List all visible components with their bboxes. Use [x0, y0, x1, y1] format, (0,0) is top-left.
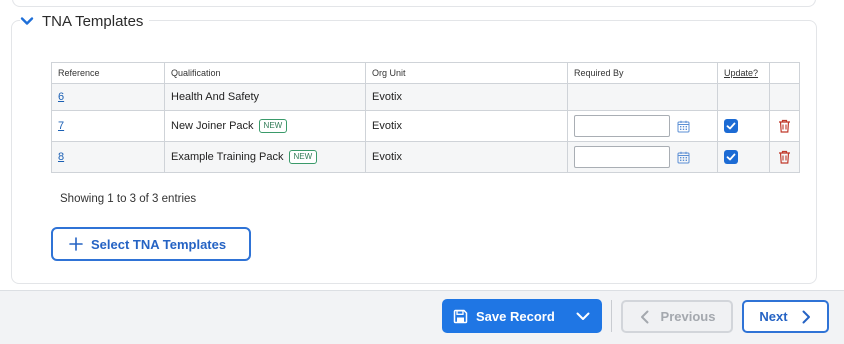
- chevron-left-icon: [640, 310, 649, 323]
- reference-link[interactable]: 6: [58, 91, 64, 103]
- table-header-row: Reference Qualification Org Unit Require…: [51, 62, 800, 84]
- qualification-cell: New Joiner Pack NEW: [164, 110, 366, 142]
- update-checkbox[interactable]: [724, 150, 738, 164]
- actions-cell: [769, 141, 800, 173]
- new-badge: NEW: [258, 119, 288, 133]
- column-header-org-unit[interactable]: Org Unit: [365, 62, 568, 84]
- update-cell: [717, 110, 770, 142]
- org-unit-cell: Evotix: [365, 110, 568, 142]
- trash-icon[interactable]: [778, 119, 791, 133]
- update-cell: [717, 83, 770, 111]
- update-cell: [717, 141, 770, 173]
- footer-action-bar: Save Record Previous Next: [0, 290, 844, 344]
- previous-label: Previous: [660, 309, 716, 324]
- next-label: Next: [759, 309, 788, 324]
- entries-info: Showing 1 to 3 of 3 entries: [60, 193, 197, 205]
- chevron-down-icon: [576, 312, 590, 320]
- qualification-cell: Example Training Pack NEW: [164, 141, 366, 173]
- save-record-button[interactable]: Save Record: [442, 299, 564, 333]
- org-unit-cell: Evotix: [365, 83, 568, 111]
- org-unit-cell: Evotix: [365, 141, 568, 173]
- qualification-name: Health And Safety: [171, 91, 260, 103]
- plus-icon: [69, 237, 83, 251]
- checkmark-icon: [726, 153, 736, 161]
- column-header-update[interactable]: Update?: [717, 62, 770, 84]
- save-icon: [453, 309, 468, 323]
- calendar-icon[interactable]: [677, 151, 690, 164]
- actions-cell: [769, 110, 800, 142]
- required-by-date-input[interactable]: [574, 146, 670, 168]
- table-row: 8 Example Training Pack NEW Evotix: [51, 141, 800, 173]
- new-badge: NEW: [288, 150, 318, 164]
- save-record-button-group: Save Record: [442, 299, 602, 333]
- required-by-cell: [567, 110, 718, 142]
- chevron-right-icon: [802, 310, 810, 323]
- section-header[interactable]: TNA Templates: [20, 11, 150, 31]
- save-record-label: Save Record: [476, 308, 555, 324]
- reference-cell: 7: [51, 110, 165, 142]
- save-options-dropdown[interactable]: [564, 299, 602, 333]
- required-by-cell: [567, 141, 718, 173]
- column-header-required-by[interactable]: Required By: [567, 62, 718, 84]
- checkmark-icon: [726, 122, 736, 130]
- qualification-name: New Joiner Pack: [171, 120, 254, 132]
- qualification-name: Example Training Pack: [171, 151, 284, 163]
- calendar-icon[interactable]: [677, 120, 690, 133]
- required-by-date-input[interactable]: [574, 115, 670, 137]
- select-tna-templates-button[interactable]: Select TNA Templates: [51, 227, 251, 261]
- actions-cell: [769, 83, 800, 111]
- chevron-down-icon[interactable]: [20, 14, 34, 28]
- previous-button[interactable]: Previous: [621, 300, 733, 333]
- trash-icon[interactable]: [778, 150, 791, 164]
- reference-link[interactable]: 7: [58, 120, 64, 132]
- section-title: TNA Templates: [42, 12, 144, 30]
- table-row: 6 Health And Safety Evotix: [51, 83, 800, 111]
- update-checkbox[interactable]: [724, 119, 738, 133]
- column-header-actions: [769, 62, 800, 84]
- column-header-reference[interactable]: Reference: [51, 62, 165, 84]
- reference-link[interactable]: 8: [58, 151, 64, 163]
- table-row: 7 New Joiner Pack NEW Evotix: [51, 110, 800, 142]
- column-header-qualification[interactable]: Qualification: [164, 62, 366, 84]
- previous-section-card: [12, 0, 816, 7]
- qualification-cell: Health And Safety: [164, 83, 366, 111]
- reference-cell: 8: [51, 141, 165, 173]
- required-by-cell: [567, 83, 718, 111]
- select-tna-templates-label: Select TNA Templates: [91, 236, 227, 252]
- footer-divider: [611, 300, 612, 332]
- tna-templates-table: Reference Qualification Org Unit Require…: [51, 62, 800, 173]
- next-button[interactable]: Next: [742, 300, 829, 333]
- reference-cell: 6: [51, 83, 165, 111]
